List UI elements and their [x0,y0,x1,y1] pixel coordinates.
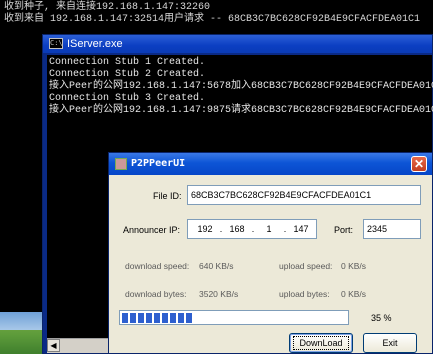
focus-rect [293,336,349,350]
console-line: 收到来自 192.168.1.147:32514用户请求 -- 68CB3C7B… [4,14,421,25]
upload-bytes-value: 0 KB/s [341,289,367,299]
console-line: 收到种子, 来自连接192.168.1.147:32260 [4,2,211,13]
dialog-title: P2PPeerUI [131,158,186,169]
p2ppeerui-dialog[interactable]: P2PPeerUI ✕ File ID: 68CB3C7BC628CF92B4E… [108,152,433,354]
console-line: Connection Stub 3 Created. [49,93,206,104]
exit-button-label: Exit [382,338,398,348]
upload-bytes-label: upload bytes: [279,289,330,299]
upload-speed-label: upload speed: [279,261,333,271]
scroll-left-icon[interactable]: ◀ [47,339,60,352]
announcer-ip-label: Announcer IP: [123,225,181,235]
close-button[interactable]: ✕ [411,156,427,172]
ip-octet: 168 [229,224,245,234]
console-line: Connection Stub 2 Created. [49,69,206,80]
progress-segment [122,313,128,323]
progress-segment [186,313,192,323]
upload-speed-value: 0 KB/s [341,261,367,271]
progress-segment [162,313,168,323]
exit-button[interactable]: Exit [363,333,417,353]
console-line: 接入Peer的公网192.168.1.147:5678加入68CB3C7BC62… [49,81,433,92]
file-id-input[interactable]: 68CB3C7BC628CF92B4E9CFACFDEA01C1 [187,185,421,205]
dialog-titlebar[interactable]: P2PPeerUI ✕ [109,153,432,175]
horizontal-scrollbar[interactable]: ◀ [47,338,117,353]
download-bytes-label: download bytes: [125,289,187,299]
progress-segment [178,313,184,323]
port-input[interactable]: 2345 [363,219,421,239]
progress-segment [154,313,160,323]
ip-octet: 147 [293,224,309,234]
file-id-label: File ID: [153,191,182,201]
port-label: Port: [334,225,354,235]
iserver-title: IServer.exe [67,38,123,50]
download-bytes-value: 3520 KB/s [199,289,239,299]
progress-segment [130,313,136,323]
ip-octet: 1 [266,224,272,234]
progress-segment [146,313,152,323]
progress-segment [138,313,144,323]
iserver-titlebar[interactable]: C:\ IServer.exe [43,35,432,53]
download-speed-value: 640 KB/s [199,261,234,271]
download-progress-bar [119,310,349,325]
console-line: Connection Stub 1 Created. [49,57,206,68]
announcer-ip-input[interactable]: 192 . 168 . 1 . 147 [187,219,317,239]
ip-octet: 192 [197,224,213,234]
progress-percent: 35 % [371,313,392,323]
console-icon: C:\ [49,38,63,49]
download-button[interactable]: DownLoad [289,333,353,353]
app-icon [115,158,127,170]
download-speed-label: download speed: [125,261,190,271]
console-line: 接入Peer的公网192.168.1.147:9875请求68CB3C7BC62… [49,105,433,116]
progress-segment [170,313,176,323]
